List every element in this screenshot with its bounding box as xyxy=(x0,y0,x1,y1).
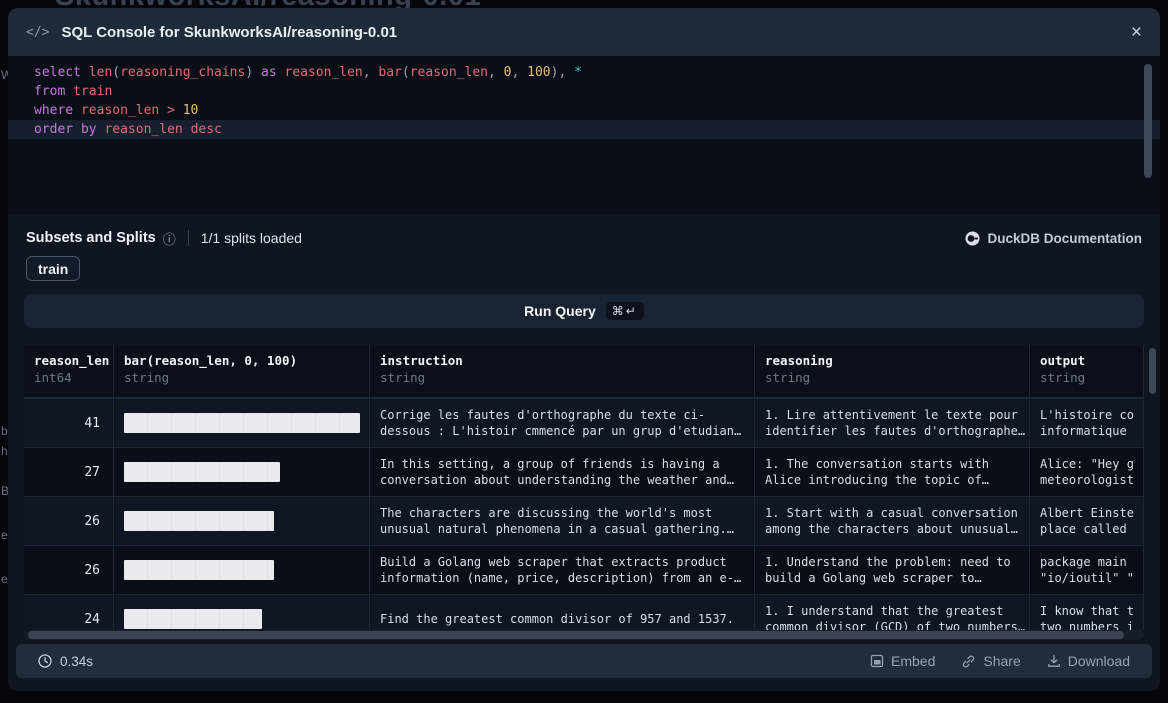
share-link-icon xyxy=(961,654,976,669)
cell-bar[interactable] xyxy=(114,546,370,594)
bar-visualization xyxy=(124,462,280,482)
table-row[interactable]: 26 The characters are discussing the worl… xyxy=(24,496,1144,545)
cell-bar[interactable] xyxy=(114,497,370,545)
subsets-label: Subsets and Splits xyxy=(26,230,156,246)
cell-reasoning[interactable]: 1. Lire attentivement le texte pourident… xyxy=(755,399,1030,447)
modal-title: SQL Console for SkunkworksAI/reasoning-0… xyxy=(61,24,397,41)
download-label: Download xyxy=(1068,653,1130,669)
bar-visualization xyxy=(124,413,360,433)
sql-code: select len(reasoning_chains) as reason_l… xyxy=(8,56,1160,139)
run-query-button[interactable]: Run Query ⌘↵ xyxy=(24,294,1144,328)
table-header-row: reason_lenint64bar(reason_len, 0, 100)st… xyxy=(24,345,1144,398)
download-button[interactable]: Download xyxy=(1047,653,1130,669)
share-button[interactable]: Share xyxy=(961,653,1020,669)
cell-bar[interactable] xyxy=(114,448,370,496)
column-header-bar-reason-len-0-100-[interactable]: bar(reason_len, 0, 100)string xyxy=(114,345,370,397)
column-header-instruction[interactable]: instructionstring xyxy=(370,345,755,397)
column-header-output[interactable]: outputstring xyxy=(1030,345,1144,397)
query-time: 0.34s xyxy=(38,654,93,669)
embed-label: Embed xyxy=(891,653,935,669)
code-icon: </> xyxy=(26,25,49,40)
cell-reason-len[interactable]: 27 xyxy=(24,448,114,496)
table-horizontal-scrollbar[interactable] xyxy=(24,630,1144,640)
embed-button[interactable]: Embed xyxy=(870,653,935,669)
duckdb-documentation-link[interactable]: DuckDB Documentation xyxy=(965,231,1142,246)
column-header-reasoning[interactable]: reasoningstring xyxy=(755,345,1030,397)
table-row[interactable]: 24 Find the greatest common divisor of 95… xyxy=(24,594,1144,630)
embed-icon xyxy=(870,654,884,668)
cell-bar[interactable] xyxy=(114,399,370,447)
cell-instruction[interactable]: Corrige les fautes d'orthographe du text… xyxy=(370,399,755,447)
results-table: reason_lenint64bar(reason_len, 0, 100)st… xyxy=(24,345,1144,630)
subsets-and-splits-row: Subsets and Splits ⓘ 1/1 splits loaded D… xyxy=(26,226,1142,250)
cell-instruction[interactable]: Find the greatest common divisor of 957 … xyxy=(370,595,755,630)
download-icon xyxy=(1047,654,1061,668)
query-time-value: 0.34s xyxy=(60,654,93,669)
sql-code-line: where reason_len > 10 xyxy=(8,101,1160,120)
horizontal-scrollbar-thumb[interactable] xyxy=(28,631,1124,639)
cell-reason-len[interactable]: 26 xyxy=(24,497,114,545)
clock-icon xyxy=(38,654,52,668)
cell-output[interactable]: Alice: "Hey gmeteorologist xyxy=(1030,448,1144,496)
sql-code-line: select len(reasoning_chains) as reason_l… xyxy=(8,56,1160,82)
cell-reason-len[interactable]: 41 xyxy=(24,399,114,447)
share-label: Share xyxy=(983,653,1020,669)
cell-instruction[interactable]: In this setting, a group of friends is h… xyxy=(370,448,755,496)
cell-instruction[interactable]: The characters are discussing the world'… xyxy=(370,497,755,545)
sql-console-modal: </> SQL Console for SkunkworksAI/reasoni… xyxy=(8,8,1160,691)
bar-visualization xyxy=(124,560,274,580)
modal-footer: 0.34s Embed Share xyxy=(16,644,1152,678)
modal-header: </> SQL Console for SkunkworksAI/reasoni… xyxy=(8,8,1160,56)
cell-reasoning[interactable]: 1. Understand the problem: need tobuild … xyxy=(755,546,1030,594)
table-vertical-scrollbar[interactable] xyxy=(1149,348,1156,394)
run-query-label: Run Query xyxy=(524,303,596,319)
cell-output[interactable]: I know that ttwo numbers i xyxy=(1030,595,1144,630)
cell-reason-len[interactable]: 26 xyxy=(24,546,114,594)
cell-bar[interactable] xyxy=(114,595,370,630)
editor-scrollbar[interactable] xyxy=(1144,64,1152,178)
info-icon[interactable]: ⓘ xyxy=(163,229,176,248)
column-header-reason-len[interactable]: reason_lenint64 xyxy=(24,345,114,397)
cell-reason-len[interactable]: 24 xyxy=(24,595,114,630)
table-row[interactable]: 41 Corrige les fautes d'orthographe du te… xyxy=(24,398,1144,447)
cell-output[interactable]: Albert Einsteplace called xyxy=(1030,497,1144,545)
duckdb-logo-icon xyxy=(965,231,980,246)
cell-reasoning[interactable]: 1. Start with a casual conversationamong… xyxy=(755,497,1030,545)
table-row[interactable]: 27 In this setting, a group of friends is… xyxy=(24,447,1144,496)
table-row[interactable]: 26 Build a Golang web scraper that extrac… xyxy=(24,545,1144,594)
cell-reasoning[interactable]: 1. I understand that the greatestcommon … xyxy=(755,595,1030,630)
sql-code-line: from train xyxy=(8,82,1160,101)
bar-visualization xyxy=(124,511,274,531)
splits-loaded-text: 1/1 splits loaded xyxy=(201,230,302,246)
split-chip-train[interactable]: train xyxy=(26,256,80,281)
cell-instruction[interactable]: Build a Golang web scraper that extracts… xyxy=(370,546,755,594)
cell-output[interactable]: package main "io/ioutil" " xyxy=(1030,546,1144,594)
table-body: 41 Corrige les fautes d'orthographe du te… xyxy=(24,398,1144,630)
duckdb-documentation-label: DuckDB Documentation xyxy=(987,231,1142,246)
divider xyxy=(188,230,189,246)
cell-output[interactable]: L'histoire coinformatique xyxy=(1030,399,1144,447)
cell-reasoning[interactable]: 1. The conversation starts withAlice int… xyxy=(755,448,1030,496)
sql-editor[interactable]: select len(reasoning_chains) as reason_l… xyxy=(8,56,1160,214)
sql-code-line: order by reason_len desc xyxy=(8,120,1160,139)
run-query-shortcut: ⌘↵ xyxy=(606,302,644,320)
close-icon[interactable]: × xyxy=(1131,23,1142,42)
bar-visualization xyxy=(124,609,262,629)
